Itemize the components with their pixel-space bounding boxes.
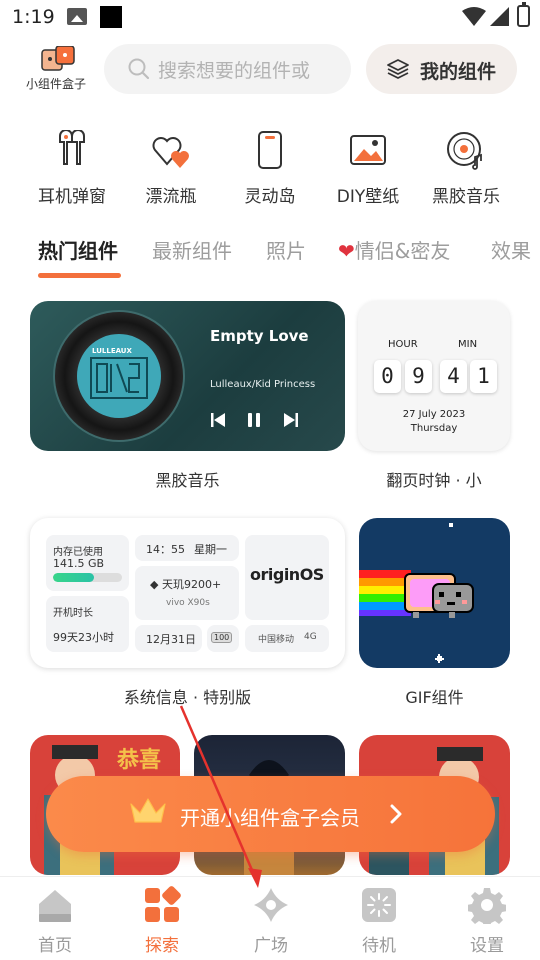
nav-label: 探索 (145, 936, 179, 956)
nav-label: 待机 (362, 936, 396, 956)
category-earbuds-popup[interactable]: 耳机弹窗 (22, 130, 122, 210)
gallery-notification-icon (67, 8, 87, 25)
category-vinyl-music[interactable]: 黑胶音乐 (416, 130, 516, 210)
chip-text: 天玑9200+ (161, 578, 222, 591)
search-placeholder: 搜索想要的组件或 (158, 60, 311, 82)
earbuds-icon (59, 130, 85, 165)
pause-icon[interactable] (246, 412, 262, 428)
phone-icon (258, 131, 282, 169)
widget-caption-vinyl-music: 黑胶音乐 (155, 471, 220, 490)
category-drift-bottle[interactable]: 漂流瓶 (121, 130, 221, 210)
nav-label: 首页 (38, 936, 72, 956)
category-label: 耳机弹窗 (38, 187, 106, 207)
network-type: 4G (304, 632, 317, 642)
nav-explore[interactable]: 探索 (122, 884, 202, 956)
album-cover-title: LULLEAUX (92, 347, 132, 355)
nav-label: 设置 (470, 936, 504, 956)
nyan-cat-illustration (359, 523, 474, 663)
status-time: 1:19 (12, 6, 55, 28)
tab-photos[interactable]: 照片 (266, 235, 306, 264)
carrier-name: 中国移动 (258, 635, 295, 645)
cell-signal-icon (490, 7, 509, 26)
heart-icon: ❤ (338, 239, 355, 263)
tab-couples-friends[interactable]: ❤情侣&密友 (338, 235, 450, 264)
previous-track-icon[interactable] (210, 412, 226, 428)
home-icon (39, 890, 71, 922)
clock-digit: 0 (374, 360, 401, 393)
clock-date: 27 July 2023 (402, 409, 466, 420)
picture-icon (350, 135, 386, 165)
song-artist: Lulleaux/Kid Princess (210, 379, 316, 390)
tab-hot-widgets[interactable]: 热门组件 (38, 235, 118, 264)
widget-caption-system-info: 系统信息 · 特别版 (123, 688, 252, 707)
crown-icon (130, 798, 166, 823)
os-brand: originOS (250, 565, 324, 584)
song-title: Empty Love (210, 327, 309, 345)
settings-gear-icon (468, 888, 506, 924)
sys-time: 14：55 (146, 543, 185, 556)
search-icon (128, 58, 150, 80)
plaza-icon (254, 888, 288, 922)
standby-icon (362, 888, 396, 922)
storage-label: 内存已使用 (53, 547, 103, 558)
nav-settings[interactable]: 设置 (447, 884, 527, 956)
chip-panel (135, 566, 239, 620)
tab-label: 情侣&密友 (354, 239, 451, 263)
category-label: 黑胶音乐 (432, 187, 500, 207)
hearts-icon (152, 137, 189, 168)
clock-digit: 1 (470, 360, 497, 393)
my-widgets-label: 我的组件 (420, 61, 497, 83)
clock-digit: 4 (440, 360, 467, 393)
nav-home[interactable]: 首页 (15, 884, 95, 956)
category-label: 漂流瓶 (145, 187, 197, 207)
clock-digit: 9 (405, 360, 432, 393)
widget-caption-gif: GIF组件 (405, 688, 464, 707)
chip-name: ◆ 天玑9200+ (150, 576, 221, 592)
minute-label: MIN (458, 339, 478, 350)
chip-diamond-icon: ◆ (150, 578, 159, 591)
widget-caption-flip-clock: 翻页时钟 · 小 (386, 471, 482, 490)
category-label: DIY壁纸 (336, 187, 400, 207)
vinyl-record-icon (447, 132, 482, 170)
nav-label: 广场 (254, 936, 288, 956)
gif-widget-card[interactable] (359, 518, 510, 668)
storage-value: 141.5 GB (53, 557, 105, 570)
explore-grid-icon (145, 886, 181, 922)
battery-level: 100 (211, 632, 233, 643)
tab-latest-widgets[interactable]: 最新组件 (152, 235, 232, 264)
app-notification-icon (100, 6, 122, 28)
tab-effects[interactable]: 效果 (491, 235, 540, 264)
next-track-icon[interactable] (283, 412, 299, 428)
active-tab-indicator (38, 273, 121, 278)
app-screen: 1:19 小组件盒子 搜索想要的组件或 我的组件 耳机弹窗 漂流瓶 灵动岛 DI… (0, 0, 540, 960)
wifi-icon (462, 7, 486, 26)
logo-label: 小组件盒子 (25, 77, 86, 91)
nav-standby[interactable]: 待机 (339, 884, 419, 956)
uptime-label: 开机时长 (53, 608, 93, 619)
uptime-value: 99天23小时 (53, 631, 114, 644)
battery-icon (517, 2, 530, 27)
clock-weekday: Thursday (410, 423, 458, 434)
chevron-right-icon (390, 804, 402, 824)
category-dynamic-island[interactable]: 灵动岛 (220, 130, 320, 210)
sys-date: 12月31日 (146, 633, 196, 646)
device-model: vivo X90s (166, 598, 210, 608)
storage-bar-fill (53, 573, 95, 582)
nav-plaza[interactable]: 广场 (231, 884, 311, 956)
layers-icon (387, 59, 409, 79)
hour-label: HOUR (388, 339, 418, 350)
poster-title-text: 恭喜 (117, 748, 162, 773)
category-diy-wallpaper[interactable]: DIY壁纸 (318, 130, 418, 210)
storage-bar (53, 573, 122, 582)
sys-weekday: 星期一 (194, 543, 227, 556)
vip-banner-label: 开通小组件盒子会员 (180, 806, 360, 830)
category-label: 灵动岛 (244, 187, 296, 207)
